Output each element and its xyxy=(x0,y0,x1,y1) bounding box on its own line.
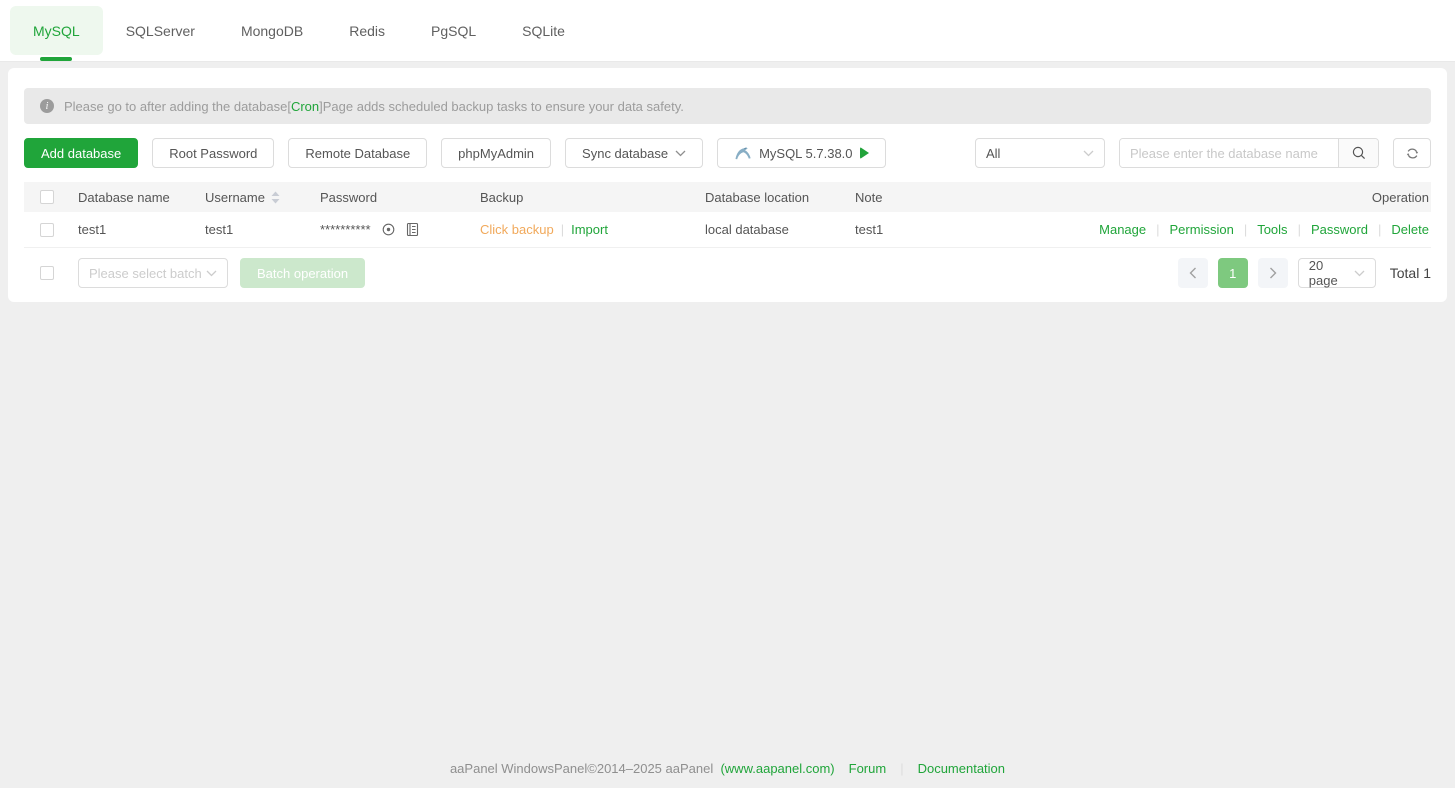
header-database-location: Database location xyxy=(705,190,855,205)
refresh-icon xyxy=(1405,146,1420,161)
table-row: test1 test1 ********** Click backup | Im… xyxy=(24,212,1431,248)
header-backup: Backup xyxy=(480,190,705,205)
root-password-button[interactable]: Root Password xyxy=(152,138,274,168)
search-input[interactable] xyxy=(1120,139,1338,167)
delete-link[interactable]: Delete xyxy=(1391,222,1429,237)
footer: aaPanel WindowsPanel©2014–2025 aaPanel (… xyxy=(0,761,1455,776)
mysql-version-button[interactable]: MySQL 5.7.38.0 xyxy=(717,138,885,168)
search-button[interactable] xyxy=(1338,139,1378,167)
row-checkbox[interactable] xyxy=(40,223,54,237)
database-table: Database name Username Password Backup D… xyxy=(24,182,1431,248)
table-header-row: Database name Username Password Backup D… xyxy=(24,182,1431,212)
banner-text: Please go to after adding the database[C… xyxy=(64,99,684,114)
cron-link[interactable]: Cron xyxy=(291,99,319,114)
copyright-text: aaPanel WindowsPanel©2014–2025 aaPanel (… xyxy=(450,761,835,776)
add-database-button[interactable]: Add database xyxy=(24,138,138,168)
tab-pgsql[interactable]: PgSQL xyxy=(408,6,499,55)
sort-icon[interactable] xyxy=(271,191,280,204)
cell-database-location: local database xyxy=(705,222,855,237)
header-operation: Operation xyxy=(1372,190,1431,205)
documentation-link[interactable]: Documentation xyxy=(918,761,1005,776)
sync-database-label: Sync database xyxy=(582,146,668,161)
tab-redis[interactable]: Redis xyxy=(326,6,408,55)
site-link[interactable]: (www.aapanel.com) xyxy=(720,761,834,776)
search-icon xyxy=(1351,145,1367,161)
prev-page-button[interactable] xyxy=(1178,258,1208,288)
chevron-down-icon xyxy=(206,270,217,277)
tools-link[interactable]: Tools xyxy=(1257,222,1287,237)
select-all-checkbox[interactable] xyxy=(40,190,54,204)
mysql-version-label: MySQL 5.7.38.0 xyxy=(759,146,852,161)
service-running-icon xyxy=(860,147,869,159)
manage-link[interactable]: Manage xyxy=(1099,222,1146,237)
header-password: Password xyxy=(320,190,480,205)
phpmyadmin-button[interactable]: phpMyAdmin xyxy=(441,138,551,168)
divider: | xyxy=(561,222,564,237)
filter-selected-value: All xyxy=(986,146,1000,161)
batch-select-all-checkbox[interactable] xyxy=(40,266,54,280)
divider: | xyxy=(900,761,903,776)
mysql-dolphin-icon xyxy=(734,146,752,160)
database-panel: i Please go to after adding the database… xyxy=(8,68,1447,302)
header-checkbox-cell xyxy=(24,190,78,204)
cell-note: test1 xyxy=(855,222,1099,237)
permission-link[interactable]: Permission xyxy=(1170,222,1234,237)
tab-mysql[interactable]: MySQL xyxy=(10,6,103,55)
batch-select-placeholder: Please select batch xyxy=(89,266,202,281)
header-database-name: Database name xyxy=(78,190,205,205)
refresh-button[interactable] xyxy=(1393,138,1431,168)
toolbar-left: Add database Root Password Remote Databa… xyxy=(24,138,886,168)
cron-tip-banner: i Please go to after adding the database… xyxy=(24,88,1431,124)
page-size-select[interactable]: 20 page xyxy=(1298,258,1376,288)
password-masked-value: ********** xyxy=(320,222,371,237)
divider: | xyxy=(1244,222,1247,237)
divider: | xyxy=(1298,222,1301,237)
bottom-bar: Please select batch Batch operation 1 20… xyxy=(24,258,1431,288)
batch-checkbox-cell xyxy=(24,266,54,280)
info-icon: i xyxy=(40,99,54,113)
remote-database-button[interactable]: Remote Database xyxy=(288,138,427,168)
cell-database-name: test1 xyxy=(78,222,205,237)
batch-operation-button[interactable]: Batch operation xyxy=(240,258,365,288)
cell-operation: Manage | Permission | Tools | Password |… xyxy=(1099,222,1431,237)
tab-mongodb[interactable]: MongoDB xyxy=(218,6,326,55)
total-count: Total 1 xyxy=(1390,265,1431,281)
filter-select[interactable]: All xyxy=(975,138,1105,168)
divider: | xyxy=(1156,222,1159,237)
copy-icon[interactable] xyxy=(406,222,419,237)
toolbar-right: All xyxy=(975,138,1431,168)
import-link[interactable]: Import xyxy=(571,222,608,237)
row-checkbox-cell xyxy=(24,223,78,237)
header-note: Note xyxy=(855,190,1372,205)
cell-backup: Click backup | Import xyxy=(480,222,705,237)
forum-link[interactable]: Forum xyxy=(849,761,887,776)
next-page-button[interactable] xyxy=(1258,258,1288,288)
copyright-label: aaPanel WindowsPanel©2014–2025 aaPanel xyxy=(450,761,713,776)
password-link[interactable]: Password xyxy=(1311,222,1368,237)
pagination: 1 20 page Total 1 xyxy=(1178,258,1431,288)
tab-sqlserver[interactable]: SQLServer xyxy=(103,6,218,55)
search-box xyxy=(1119,138,1379,168)
click-backup-link[interactable]: Click backup xyxy=(480,222,554,237)
banner-text-after: ]Page adds scheduled backup tasks to ens… xyxy=(319,99,684,114)
cell-password: ********** xyxy=(320,222,480,237)
chevron-down-icon xyxy=(675,150,686,157)
banner-text-before: Please go to after adding the database[ xyxy=(64,99,291,114)
cell-username: test1 xyxy=(205,222,320,237)
page-size-value: 20 page xyxy=(1309,258,1354,288)
divider: | xyxy=(1378,222,1381,237)
database-type-tabbar: MySQL SQLServer MongoDB Redis PgSQL SQLi… xyxy=(0,0,1455,62)
chevron-down-icon xyxy=(1354,270,1365,277)
sync-database-dropdown[interactable]: Sync database xyxy=(565,138,703,168)
page-number-button[interactable]: 1 xyxy=(1218,258,1248,288)
header-username-label: Username xyxy=(205,190,265,205)
tab-sqlite[interactable]: SQLite xyxy=(499,6,588,55)
toolbar: Add database Root Password Remote Databa… xyxy=(24,138,1431,168)
batch-select[interactable]: Please select batch xyxy=(78,258,228,288)
chevron-down-icon xyxy=(1083,150,1094,157)
eye-icon[interactable] xyxy=(381,222,396,237)
header-username: Username xyxy=(205,190,320,205)
